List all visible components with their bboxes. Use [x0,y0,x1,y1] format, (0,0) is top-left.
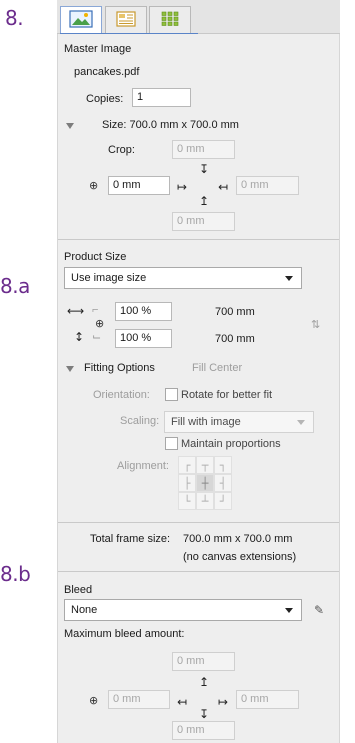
section-divider [58,522,339,523]
image-frame-icon [69,9,93,31]
chevron-down-icon [285,276,293,281]
image-file-name: pancakes.pdf [74,66,140,78]
bleed-heading: Bleed [64,584,93,596]
scaling-label: Scaling: [120,415,160,427]
step-marker-8: 8. [5,6,24,30]
total-frame-label: Total frame size: [90,533,171,545]
copies-label: Copies: [86,93,124,105]
link-bracket-bottom: ⌙ [92,331,102,343]
total-frame-value: 700.0 mm x 700.0 mm [183,533,293,545]
rotate-label: Rotate for better fit [181,389,273,401]
arrow-left-icon: ↤ [177,695,188,709]
max-bleed-label: Maximum bleed amount: [64,628,185,640]
bleed-link-icon[interactable]: ⊕ [89,694,98,707]
arrow-left-icon: ↤ [218,180,229,194]
align-top-left[interactable]: ┌ [178,456,196,474]
fitting-options-value: Fill Center [192,362,243,374]
proportion-link-icon[interactable]: ⊕ [95,317,104,330]
product-size-heading: Product Size [64,251,127,263]
rotate-checkbox[interactable] [165,388,178,401]
orientation-label: Orientation: [93,389,150,401]
arrow-right-icon: ↦ [177,180,188,194]
product-size-mode-value: Use image size [71,272,147,284]
tab-bar [57,0,340,34]
crop-label: Crop: [108,144,135,156]
width-mm-value: 700 mm [215,306,255,318]
swap-icon[interactable]: ⇅ [311,318,320,331]
align-middle-right[interactable]: ┤ [214,474,232,492]
chevron-down-icon [297,420,305,425]
layout-icon [116,10,136,30]
edit-pencil-icon[interactable]: ✎ [314,603,324,617]
align-bottom-center[interactable]: ┴ [196,492,214,510]
align-middle-left[interactable]: ├ [178,474,196,492]
height-percent-input[interactable]: 100 % [115,329,172,348]
arrow-down-icon: ↧ [199,162,210,176]
bleed-select[interactable]: None [64,599,302,621]
crop-bottom-input[interactable]: 0 mm [172,212,235,231]
tab-underline [60,33,198,34]
alignment-grid: ┌ ┬ ┐ ├ ┼ ┤ └ ┴ ┘ [178,456,232,510]
height-arrow-icon: ↕ [74,330,85,344]
crop-left-input[interactable]: 0 mm [108,176,170,195]
fitting-expand-triangle[interactable] [66,366,74,372]
crop-top-input[interactable]: 0 mm [172,140,235,159]
image-size-text: Size: 700.0 mm x 700.0 mm [102,119,239,131]
arrow-right-icon: ↦ [218,695,229,709]
master-image-heading: Master Image [64,43,132,55]
fitting-options-label: Fitting Options [84,362,155,374]
arrow-up-icon: ↥ [199,675,210,689]
step-marker-8b: 8.b [0,562,31,586]
align-bottom-left[interactable]: └ [178,492,196,510]
section-divider [58,571,339,572]
tab-grid[interactable] [149,6,191,33]
scaling-select[interactable]: Fill with image [164,411,314,433]
maintain-proportions-checkbox[interactable] [165,437,178,450]
step-marker-8a: 8.a [0,274,30,298]
align-top-right[interactable]: ┐ [214,456,232,474]
width-arrow-icon: ⟷ [67,304,85,318]
grid-icon [161,11,179,30]
chevron-down-icon [285,608,293,613]
tab-layout[interactable] [105,6,147,33]
canvas-extension-note: (no canvas extensions) [183,551,297,563]
alignment-label: Alignment: [117,460,169,472]
align-top-center[interactable]: ┬ [196,456,214,474]
scaling-value: Fill with image [171,416,241,428]
product-size-mode-select[interactable]: Use image size [64,267,302,289]
section-divider [58,239,339,240]
bleed-bottom-input[interactable]: 0 mm [172,721,235,740]
maintain-proportions-label: Maintain proportions [181,438,281,450]
align-center[interactable]: ┼ [196,474,214,492]
bleed-top-input[interactable]: 0 mm [172,652,235,671]
height-mm-value: 700 mm [215,333,255,345]
link-bracket-top: ⌐ [92,304,99,316]
width-percent-input[interactable]: 100 % [115,302,172,321]
align-bottom-right[interactable]: ┘ [214,492,232,510]
arrow-up-icon: ↥ [199,194,210,208]
arrow-down-icon: ↧ [199,707,210,721]
copies-input[interactable]: 1 [132,88,191,107]
bleed-left-input[interactable]: 0 mm [108,690,170,709]
bleed-right-input[interactable]: 0 mm [236,690,299,709]
crop-right-input[interactable]: 0 mm [236,176,299,195]
size-expand-triangle[interactable] [66,123,74,129]
link-icon[interactable]: ⊕ [89,179,98,192]
tab-image[interactable] [60,6,102,33]
bleed-select-value: None [71,604,98,616]
